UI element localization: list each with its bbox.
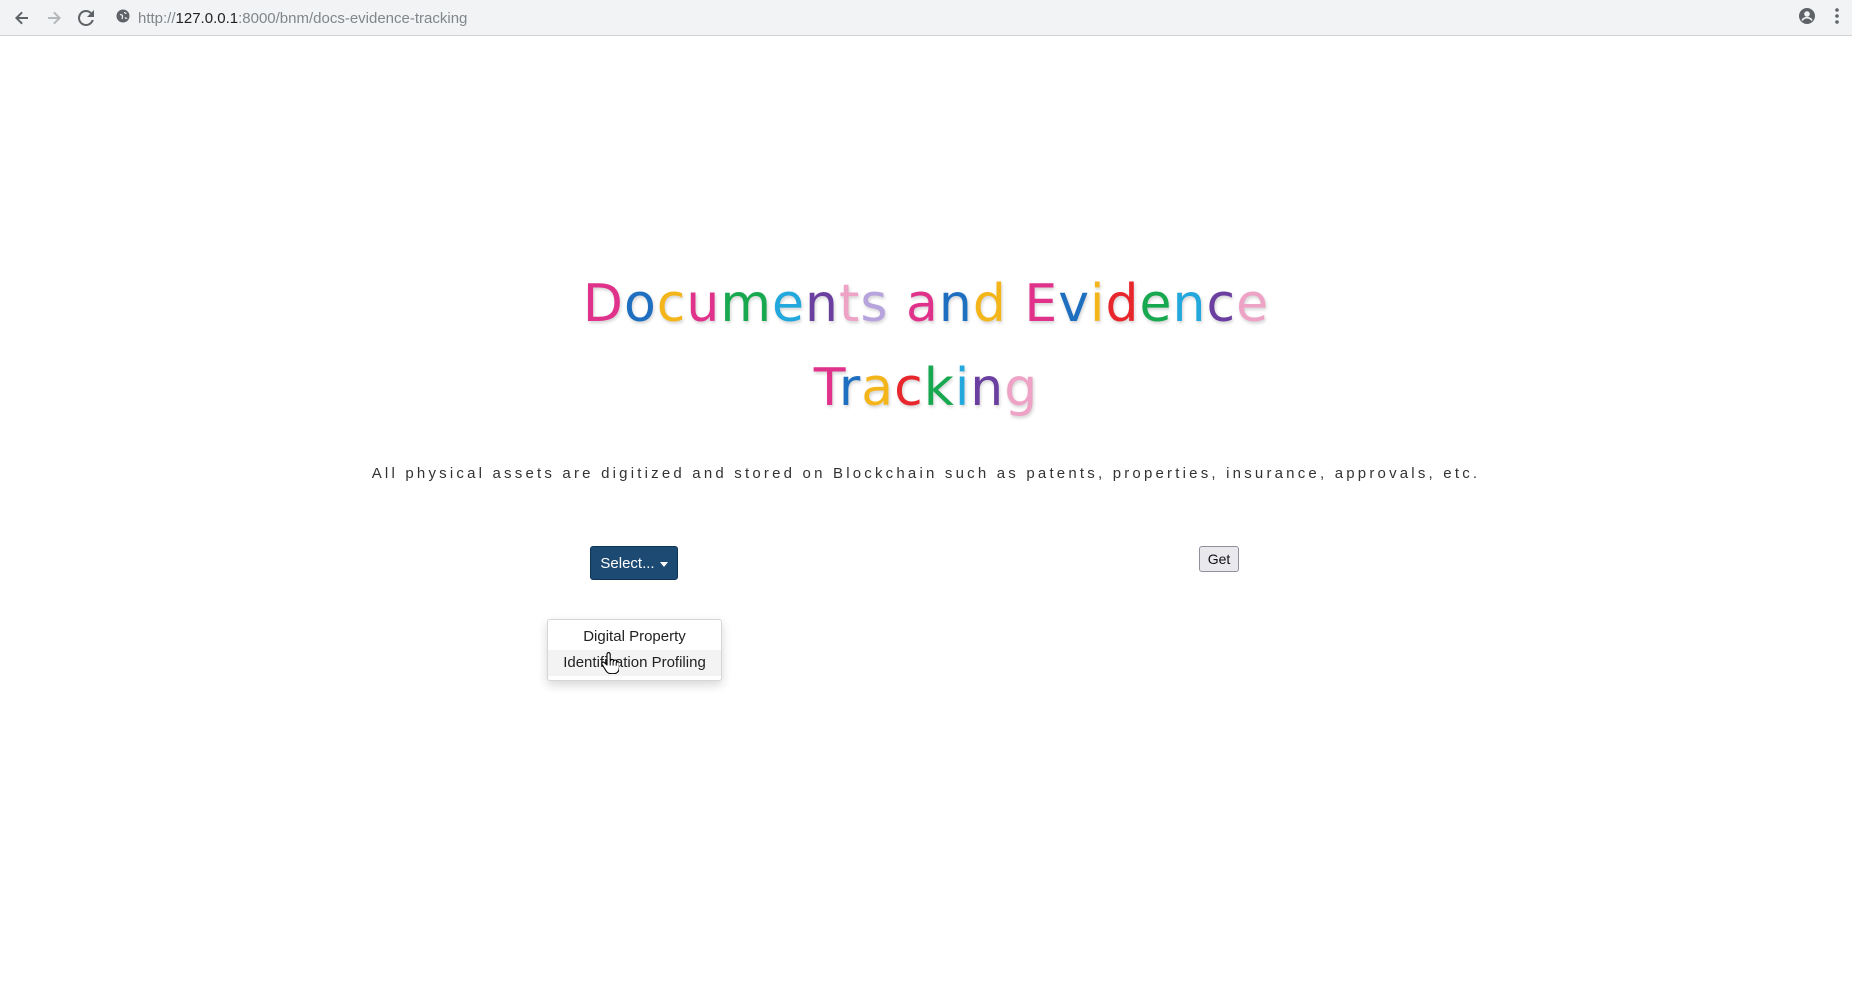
url-host: 127.0.0.1 (175, 9, 239, 27)
hand-pointer-cursor-icon (601, 652, 620, 675)
address-bar[interactable]: http://127.0.0.1:8000/bnm/docs-evidence-… (116, 6, 467, 30)
forward-arrow-icon[interactable] (42, 6, 66, 30)
url-text: http://127.0.0.1:8000/bnm/docs-evidence-… (138, 10, 467, 27)
dropdown-menu: Digital Property Identification Profilin… (547, 619, 722, 681)
account-icon[interactable] (1798, 7, 1816, 30)
menu-dots-icon[interactable] (1834, 7, 1840, 30)
title_line1-letter: d (972, 274, 1007, 334)
title_line1-letter: u (686, 274, 721, 334)
title_line1-letter: D (582, 274, 624, 334)
title_line2-letter: n (970, 358, 1005, 418)
get-button[interactable]: Get (1199, 546, 1239, 572)
page-title-line-2: Tracking (0, 358, 1852, 418)
title_line1-letter (888, 274, 906, 334)
title_line2-letter: g (1004, 358, 1039, 418)
title_line1-letter (1007, 274, 1025, 334)
title_line2-letter: T (813, 358, 839, 418)
site-info-icon[interactable] (116, 9, 130, 28)
title_line1-letter: E (1024, 274, 1059, 334)
title_line2-letter: c (894, 358, 924, 418)
title_line1-letter: m (720, 274, 773, 334)
url-path: :8000/bnm/docs-evidence-tracking (238, 9, 468, 27)
caret-down-icon (659, 561, 668, 567)
title_line1-letter: a (906, 274, 939, 334)
title_line1-letter: t (838, 274, 861, 334)
browser-toolbar: http://127.0.0.1:8000/bnm/docs-evidence-… (0, 0, 1852, 36)
title_line1-letter: o (623, 274, 657, 334)
dropdown-item-identification-profiling[interactable]: Identification Profiling (548, 650, 721, 676)
title_line1-letter: v (1058, 274, 1091, 334)
title_line1-letter: e (1236, 274, 1270, 334)
page-title-line-1: Documents and Evidence (0, 274, 1852, 334)
select-dropdown-button[interactable]: Select... (590, 546, 678, 580)
title_line2-letter: r (838, 358, 862, 418)
title_line1-letter: i (1090, 274, 1106, 334)
page-subtitle: All physical assets are digitized and st… (371, 465, 1481, 482)
select-button-label: Select... (600, 554, 655, 572)
title_line1-letter: n (1172, 274, 1207, 334)
title_line1-letter: d (1105, 274, 1140, 334)
title_line2-letter: k (923, 358, 955, 418)
title_line2-letter: a (861, 358, 895, 418)
title_line1-letter: n (805, 274, 839, 334)
title_line2-letter: i (954, 358, 971, 418)
dropdown-item-digital-property[interactable]: Digital Property (548, 624, 721, 650)
url-scheme: http:// (138, 9, 176, 27)
page-content: Documents and Evidence Tracking All phys… (0, 36, 1852, 995)
title_line1-letter: c (1206, 274, 1237, 334)
reload-icon[interactable] (74, 6, 98, 30)
title_line1-letter: s (860, 274, 889, 334)
title_line1-letter: c (656, 274, 687, 334)
title_line1-letter: n (938, 274, 973, 334)
title_line1-letter: e (1139, 274, 1173, 334)
title_line1-letter: e (772, 274, 806, 334)
back-arrow-icon[interactable] (10, 6, 34, 30)
